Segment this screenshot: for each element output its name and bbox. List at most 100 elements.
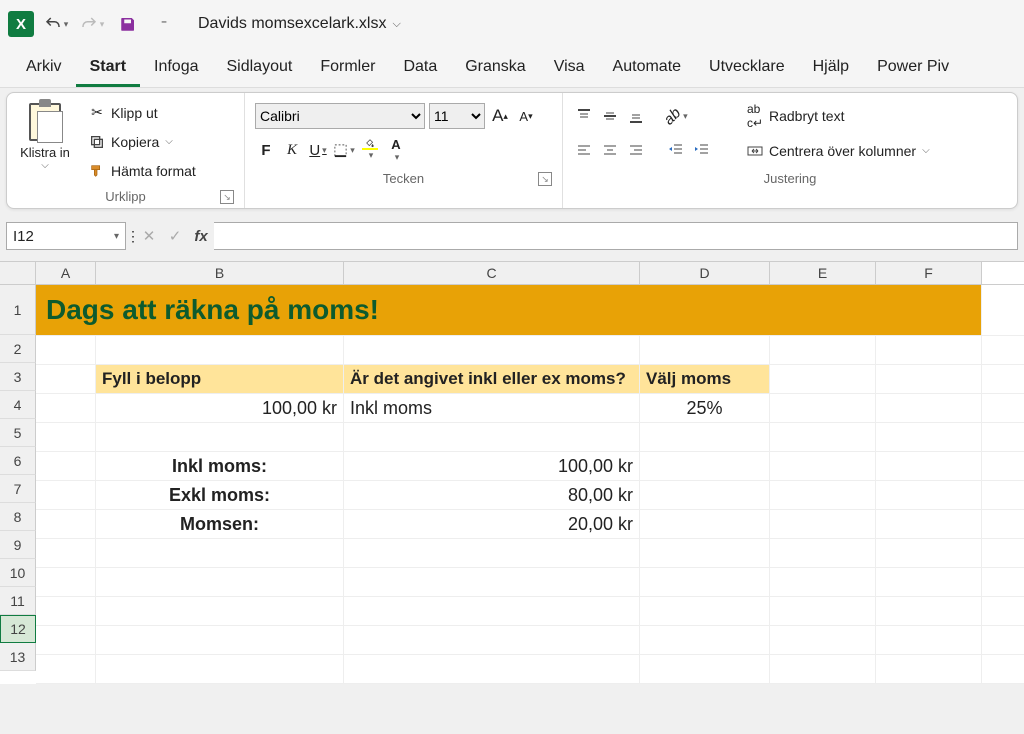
font-color-button[interactable]: A [385,139,407,161]
copy-button[interactable]: Kopiera ⌵ [83,132,202,152]
cell-c13[interactable] [344,655,640,683]
cell-e2[interactable] [770,336,876,364]
cell-d5[interactable] [640,423,770,451]
cell-b11[interactable] [96,597,344,625]
cells-area[interactable]: Dags att räkna på moms! Fyll i belopp Är… [36,285,1024,684]
italic-button[interactable]: K [281,139,303,161]
align-top-button[interactable] [573,105,595,127]
cell-e4[interactable] [770,394,876,422]
font-name-select[interactable]: Calibri [255,103,425,129]
cell-a13[interactable] [36,655,96,683]
bold-button[interactable]: F [255,139,277,161]
cell-e10[interactable] [770,568,876,596]
fill-color-button[interactable] [359,139,381,161]
cell-b6[interactable]: Inkl moms: [96,452,344,480]
name-box[interactable]: I12 ▾ [6,222,126,250]
cell-e13[interactable] [770,655,876,683]
cell-b12[interactable] [96,626,344,654]
cell-c12[interactable] [344,626,640,654]
wrap-text-button[interactable]: abc↵ Radbryt text [741,106,936,126]
cell-b8[interactable]: Momsen: [96,510,344,538]
cell-a9[interactable] [36,539,96,567]
cell-a7[interactable] [36,481,96,509]
row-header-12[interactable]: 12 [0,615,36,643]
col-header-a[interactable]: A [36,262,96,284]
cell-c7[interactable]: 80,00 kr [344,481,640,509]
row-header-11[interactable]: 11 [0,587,36,615]
cell-a12[interactable] [36,626,96,654]
row-header-10[interactable]: 10 [0,559,36,587]
increase-indent-button[interactable] [691,139,713,161]
cell-a2[interactable] [36,336,96,364]
row-header-9[interactable]: 9 [0,531,36,559]
cell-e6[interactable] [770,452,876,480]
tab-sidlayout[interactable]: Sidlayout [213,50,307,87]
row-header-6[interactable]: 6 [0,447,36,475]
cell-c4[interactable]: Inkl moms [344,394,640,422]
cell-f6[interactable] [876,452,982,480]
cell-b5[interactable] [96,423,344,451]
col-header-f[interactable]: F [876,262,982,284]
clipboard-launcher[interactable]: ↘ [220,190,234,204]
cancel-formula-button[interactable]: ✕ [136,223,162,249]
cell-c11[interactable] [344,597,640,625]
row-header-2[interactable]: 2 [0,335,36,363]
tab-data[interactable]: Data [389,50,451,87]
cell-e5[interactable] [770,423,876,451]
row-header-5[interactable]: 5 [0,419,36,447]
cell-d10[interactable] [640,568,770,596]
cell-d2[interactable] [640,336,770,364]
cell-a1-title[interactable]: Dags att räkna på moms! [36,285,982,335]
tab-powerpiv[interactable]: Power Piv [863,50,963,87]
cell-f2[interactable] [876,336,982,364]
underline-button[interactable]: U [307,139,329,161]
cell-d13[interactable] [640,655,770,683]
select-all-corner[interactable] [0,262,36,284]
col-header-d[interactable]: D [640,262,770,284]
tab-infoga[interactable]: Infoga [140,50,212,87]
cell-b13[interactable] [96,655,344,683]
orientation-button[interactable]: ab [665,105,687,127]
align-right-button[interactable] [625,139,647,161]
cell-d8[interactable] [640,510,770,538]
font-size-select[interactable]: 11 [429,103,485,129]
cell-a11[interactable] [36,597,96,625]
cell-f4[interactable] [876,394,982,422]
formula-input[interactable] [214,222,1018,250]
fx-button[interactable]: fx [188,223,214,249]
cell-c3[interactable]: Är det angivet inkl eller ex moms? [344,365,640,393]
cell-e12[interactable] [770,626,876,654]
qat-customize-button[interactable]: ⁼ [150,10,178,38]
decrease-font-button[interactable]: A▾ [515,105,537,127]
cell-b2[interactable] [96,336,344,364]
paste-button[interactable]: Klistra in ⌵ [17,99,73,175]
align-middle-button[interactable] [599,105,621,127]
cell-b4[interactable]: 100,00 kr [96,394,344,422]
row-header-4[interactable]: 4 [0,391,36,419]
cell-d12[interactable] [640,626,770,654]
cell-a3[interactable] [36,365,96,393]
cell-c5[interactable] [344,423,640,451]
cell-b7[interactable]: Exkl moms: [96,481,344,509]
align-left-button[interactable] [573,139,595,161]
tab-formler[interactable]: Formler [306,50,389,87]
cell-e11[interactable] [770,597,876,625]
redo-button[interactable]: ▾ [78,10,106,38]
cell-d11[interactable] [640,597,770,625]
merge-center-button[interactable]: Centrera över kolumner ⌵ [741,141,936,161]
cell-f7[interactable] [876,481,982,509]
cut-button[interactable]: ✂ Klipp ut [83,103,202,123]
cell-e3[interactable] [770,365,876,393]
cell-d9[interactable] [640,539,770,567]
borders-button[interactable] [333,139,355,161]
cell-b9[interactable] [96,539,344,567]
decrease-indent-button[interactable] [665,139,687,161]
col-header-e[interactable]: E [770,262,876,284]
row-header-7[interactable]: 7 [0,475,36,503]
cell-b3[interactable]: Fyll i belopp [96,365,344,393]
cell-c2[interactable] [344,336,640,364]
format-painter-button[interactable]: Hämta format [83,161,202,181]
align-center-button[interactable] [599,139,621,161]
cell-a5[interactable] [36,423,96,451]
cell-f13[interactable] [876,655,982,683]
